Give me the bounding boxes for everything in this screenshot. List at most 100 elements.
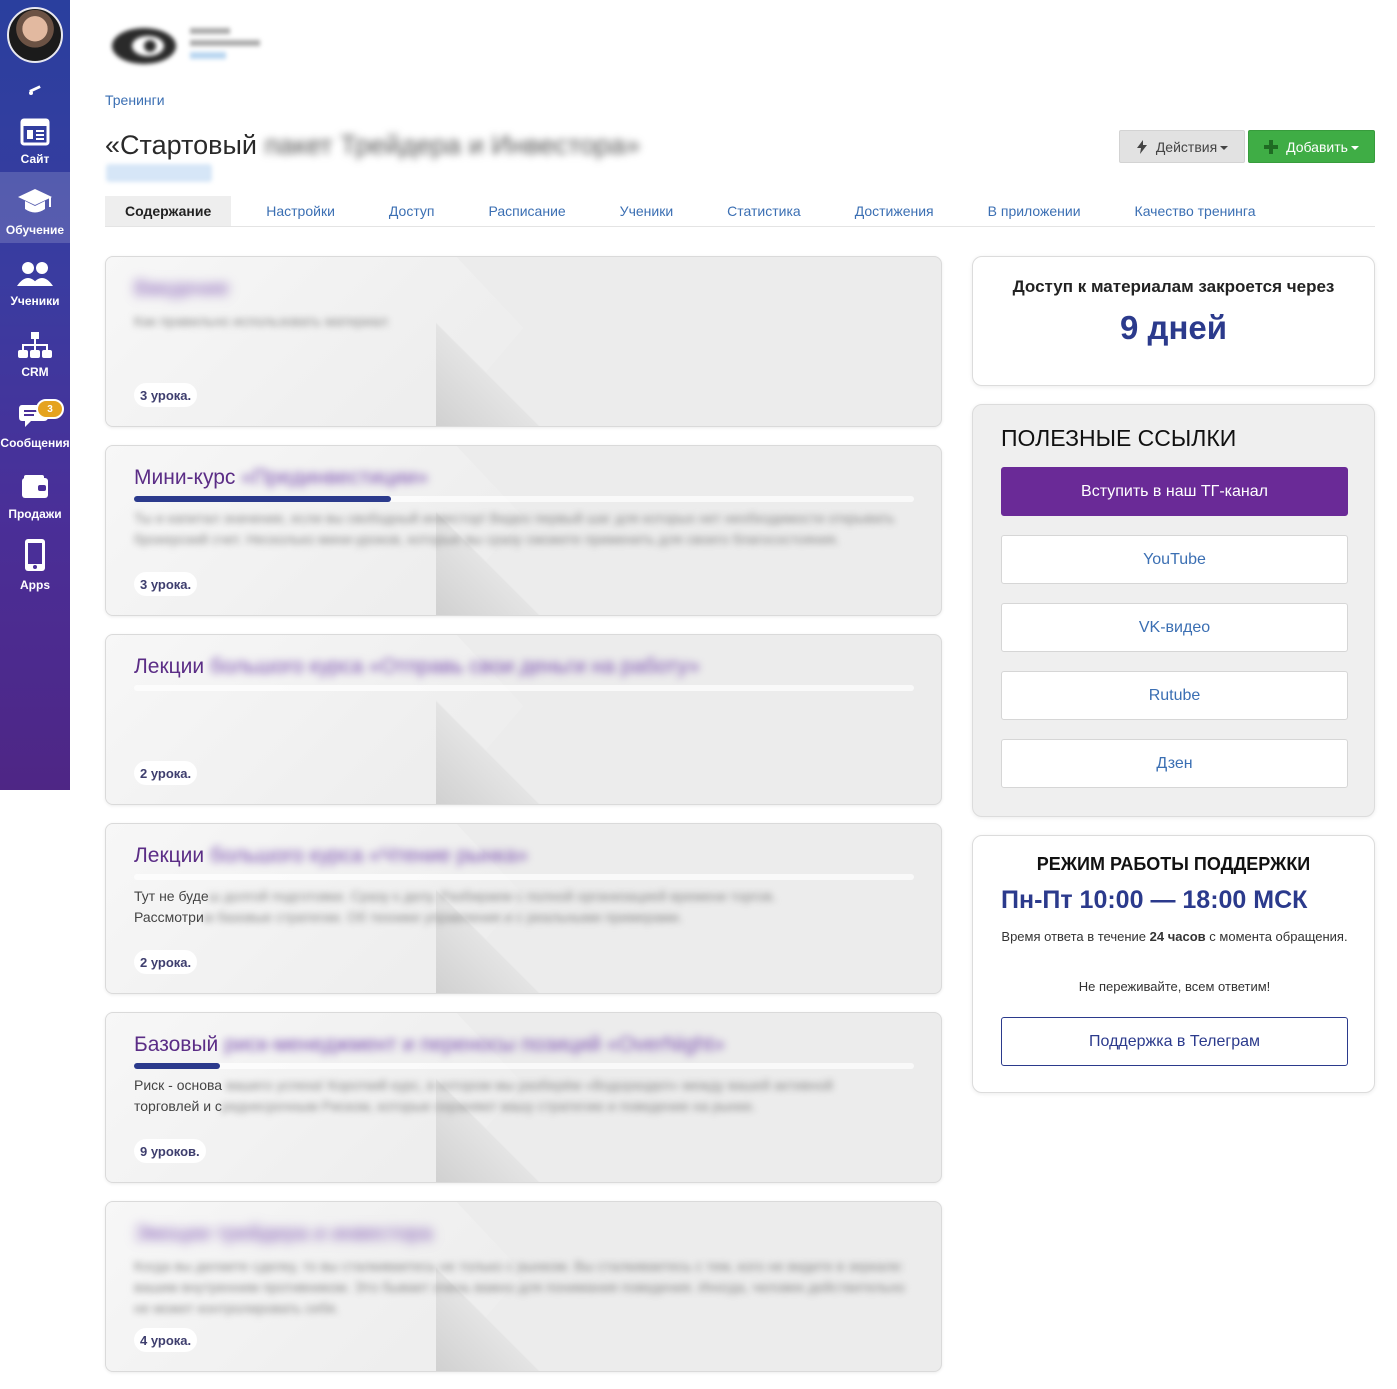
response-text: с момента обращения.	[1205, 929, 1348, 944]
lessons-count-badge: 2 урока.	[134, 950, 198, 974]
breadcrumb[interactable]: Тренинги	[105, 92, 165, 108]
module-description-blurred: ш долгой подготовки. Сразу к делу. Разби…	[208, 888, 777, 904]
page-title-visible: «Стартовый	[105, 130, 257, 160]
training-tabs: Содержание Настройки Доступ Расписание У…	[105, 196, 1375, 227]
module-title-blurred: риск-менеджмент и переносы позиций «Over…	[218, 1033, 725, 1056]
lightning-icon	[1136, 139, 1147, 154]
module-title-blurred: большого курса «Отправь свои деньги на р…	[204, 655, 700, 678]
youtube-link-button[interactable]: YouTube	[1001, 535, 1348, 584]
module-description-blurred: м базовые стратегии. Об технике управлен…	[203, 909, 683, 925]
wallet-icon	[22, 475, 48, 498]
rutube-link-button[interactable]: Rutube	[1001, 671, 1348, 720]
sidebar-item-sales[interactable]: Продажи	[0, 456, 70, 527]
chevron-down-icon	[1350, 145, 1359, 150]
sidebar: Сайт Обучение Ученики CRM 3 Сообщения Пр…	[0, 0, 70, 790]
graduation-cap-icon	[18, 189, 52, 213]
add-label: Добавить	[1286, 138, 1348, 155]
page-subtitle-blurred	[106, 164, 212, 182]
module-title-visible: Мини-курс	[134, 466, 236, 489]
module-title: Базовый риск-менеджмент и переносы позиц…	[134, 1033, 913, 1057]
notification-bell-icon[interactable]	[23, 77, 47, 101]
sidebar-item-students[interactable]: Ученики	[0, 243, 70, 314]
sidebar-item-label: Ученики	[10, 294, 60, 308]
module-description-blurred: Как правильно использовать материал	[134, 313, 388, 329]
lessons-count-badge: 9 уроков.	[134, 1139, 206, 1163]
tab-access[interactable]: Доступ	[369, 196, 455, 226]
support-hours-panel: РЕЖИМ РАБОТЫ ПОДДЕРЖКИ Пн-Пт 10:00 — 18:…	[972, 835, 1375, 1093]
access-expiry-panel: Доступ к материалам закроется через 9 дн…	[972, 256, 1375, 386]
module-card[interactable]: Мини-курс «Прединвестиции» Ты и капитал …	[105, 445, 942, 616]
response-text: Время ответа в течение	[1001, 929, 1150, 944]
tab-training-quality[interactable]: Качество тренинга	[1115, 196, 1276, 226]
module-card[interactable]: Лекции большого курса «Чтение рынка» Тут…	[105, 823, 942, 994]
module-description-visible: Рассмотри	[134, 909, 204, 925]
module-card[interactable]: Эмоции трейдера и инвестора Когда вы дел…	[105, 1201, 942, 1372]
module-progress-fill	[134, 496, 392, 502]
messages-count-badge: 3	[36, 399, 64, 419]
sidebar-item-apps[interactable]: Apps	[0, 527, 70, 598]
actions-label: Действия	[1155, 138, 1218, 155]
users-icon	[17, 262, 53, 286]
tab-content[interactable]: Содержание	[105, 196, 232, 226]
add-dropdown-button[interactable]: Добавить	[1248, 130, 1375, 163]
useful-links-panel: ПОЛЕЗНЫЕ ССЫЛКИ Вступить в наш ТГ-канал …	[972, 404, 1375, 817]
access-days-remaining: 9 дней	[1119, 309, 1228, 346]
useful-links-title: ПОЛЕЗНЫЕ ССЫЛКИ	[1001, 425, 1237, 451]
module-progress-bar	[134, 685, 914, 691]
support-response-time: Время ответа в течение 24 часов с момент…	[1001, 927, 1348, 947]
telegram-support-button[interactable]: Поддержка в Телеграм	[1001, 1017, 1348, 1066]
module-description: Тут не будеш долгой подготовки. Сразу к …	[134, 886, 913, 928]
module-card[interactable]: Введение Как правильно использовать мате…	[105, 256, 942, 427]
dzen-link-button[interactable]: Дзен	[1001, 739, 1348, 788]
tab-settings[interactable]: Настройки	[246, 196, 355, 226]
plus-icon	[1264, 139, 1279, 154]
module-title: Введение	[134, 277, 913, 301]
module-card[interactable]: Базовый риск-менеджмент и переносы позиц…	[105, 1012, 942, 1183]
sidebar-item-label: CRM	[21, 365, 49, 379]
page-title: «Стартовый пакет Трейдера и Инвестора»	[105, 130, 640, 161]
tab-in-app[interactable]: В приложении	[968, 196, 1101, 226]
telegram-channel-button[interactable]: Вступить в наш ТГ-канал	[1001, 467, 1348, 516]
module-description: Ты и капитал значение, если вы свободный…	[134, 508, 913, 550]
sidebar-item-label: Обучение	[5, 223, 65, 237]
sidebar-item-learning[interactable]: Обучение	[0, 172, 70, 243]
tab-students[interactable]: Ученики	[600, 196, 693, 226]
sidebar-item-label: Продажи	[8, 507, 62, 521]
module-description-blurred: реднесрочным Риском, которые охраняют ва…	[221, 1098, 756, 1114]
support-hours: Пн-Пт 10:00 — 18:00 МСК	[1001, 886, 1308, 914]
site-icon	[20, 118, 50, 146]
sidebar-item-crm[interactable]: CRM	[0, 314, 70, 385]
module-description: Как правильно использовать материал	[134, 311, 913, 332]
school-logo[interactable]	[106, 20, 266, 68]
vk-video-link-button[interactable]: VK-видео	[1001, 603, 1348, 652]
tab-statistics[interactable]: Статистика	[707, 196, 821, 226]
module-title: Эмоции трейдера и инвестора	[134, 1222, 913, 1246]
sidebar-item-label: Сайт	[20, 152, 50, 166]
sidebar-item-site[interactable]: Сайт	[0, 101, 70, 172]
response-hours: 24 часов	[1149, 929, 1206, 944]
module-card[interactable]: Лекции большого курса «Отправь свои день…	[105, 634, 942, 805]
module-description-visible: торговлей и с	[134, 1098, 222, 1114]
sidebar-item-messages[interactable]: 3 Сообщения	[0, 385, 70, 456]
module-title-visible: Базовый	[134, 1033, 219, 1056]
module-progress-bar	[134, 496, 914, 502]
module-description-blurred: вашего успеха! Короткий курс, в котором …	[222, 1077, 834, 1093]
module-description: Риск - основа вашего успеха! Короткий ку…	[134, 1075, 913, 1117]
access-expiry-text: Доступ к материалам закроется через	[1012, 277, 1335, 296]
sidebar-item-label: Сообщения	[0, 436, 70, 450]
module-description-blurred: Ты и капитал значение, если вы свободный…	[134, 510, 895, 547]
module-progress-bar	[134, 1063, 914, 1069]
module-title-blurred: «Прединвестиции»	[235, 466, 429, 489]
lessons-count-badge: 3 урока.	[134, 383, 198, 407]
sidebar-item-label: Apps	[20, 578, 50, 592]
module-description-blurred: Когда вы делаете сделку, то вы сталкивае…	[134, 1258, 905, 1316]
tab-schedule[interactable]: Расписание	[468, 196, 585, 226]
module-title-blurred: Введение	[134, 277, 230, 300]
avatar[interactable]	[7, 7, 63, 63]
lessons-count-badge: 3 урока.	[134, 572, 198, 596]
module-description-visible: Тут не буде	[134, 888, 209, 904]
module-progress-fill	[134, 1063, 220, 1069]
tab-achievements[interactable]: Достижения	[835, 196, 954, 226]
actions-dropdown-button[interactable]: Действия	[1119, 130, 1245, 163]
support-reassurance: Не переживайте, всем ответим!	[1078, 979, 1271, 994]
